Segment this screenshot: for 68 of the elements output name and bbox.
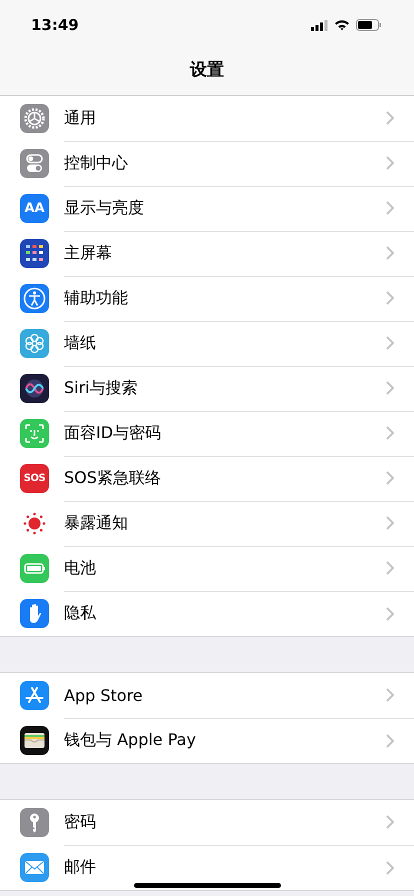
app-icon bbox=[20, 681, 49, 710]
row-label: 密码 bbox=[64, 812, 96, 832]
app-icon bbox=[20, 239, 49, 268]
battery-icon bbox=[356, 19, 382, 31]
wifi-icon bbox=[334, 19, 350, 31]
chevron-icon bbox=[386, 860, 394, 874]
chevron-icon bbox=[386, 291, 394, 305]
app-icon bbox=[20, 599, 49, 628]
chevron-icon bbox=[386, 111, 394, 125]
app-icon bbox=[20, 853, 49, 882]
settings-row[interactable]: App Store bbox=[0, 673, 414, 718]
chevron-icon bbox=[386, 815, 394, 829]
app-icon: SOS bbox=[20, 464, 49, 493]
row-label: App Store bbox=[64, 686, 143, 704]
page-title: 设置 bbox=[190, 59, 224, 82]
chevron-icon bbox=[386, 426, 394, 440]
row-label: 钱包与 Apple Pay bbox=[64, 730, 196, 751]
chevron-icon bbox=[386, 561, 394, 575]
settings-row[interactable]: 隐私 bbox=[0, 591, 414, 636]
row-label: 显示与亮度 bbox=[64, 198, 144, 218]
signal-icon bbox=[311, 20, 328, 30]
settings-row[interactable]: 钱包与 Apple Pay bbox=[0, 718, 414, 763]
app-icon bbox=[20, 374, 49, 403]
settings-row[interactable]: 辅助功能 bbox=[0, 276, 414, 321]
settings-row[interactable]: 通用 bbox=[0, 96, 414, 141]
row-label: Siri与搜索 bbox=[64, 378, 138, 398]
chevron-icon bbox=[386, 246, 394, 260]
app-icon bbox=[20, 726, 49, 755]
row-label: 邮件 bbox=[64, 857, 96, 878]
settings-row[interactable]: AA 显示与亮度 bbox=[0, 186, 414, 231]
app-icon bbox=[20, 554, 49, 583]
chevron-icon bbox=[386, 606, 394, 620]
chevron-icon bbox=[386, 688, 394, 702]
chevron-icon bbox=[386, 156, 394, 170]
row-label: SOS紧急联络 bbox=[64, 468, 161, 488]
settings-row[interactable]: SOS SOS紧急联络 bbox=[0, 456, 414, 501]
app-icon bbox=[20, 808, 49, 837]
app-icon bbox=[20, 329, 49, 358]
chevron-icon bbox=[386, 381, 394, 395]
row-label: 控制中心 bbox=[64, 152, 128, 174]
app-icon: AA bbox=[20, 194, 49, 223]
row-label: 墙纸 bbox=[64, 332, 96, 354]
row-label: 暴露通知 bbox=[64, 512, 128, 534]
row-label: 面容ID与密码 bbox=[64, 422, 162, 444]
row-label: 隐私 bbox=[64, 603, 96, 624]
app-icon bbox=[20, 419, 49, 448]
app-icon bbox=[20, 284, 49, 313]
settings-row[interactable]: 电池 bbox=[0, 546, 414, 591]
app-icon bbox=[20, 149, 49, 178]
chevron-icon bbox=[386, 471, 394, 485]
row-label: 主屏幕 bbox=[64, 242, 112, 264]
row-label: 通用 bbox=[64, 108, 96, 128]
chevron-icon bbox=[386, 516, 394, 530]
settings-row[interactable]: 密码 bbox=[0, 800, 414, 845]
settings-row[interactable]: 控制中心 bbox=[0, 141, 414, 186]
chevron-icon bbox=[386, 201, 394, 215]
settings-row[interactable]: Siri与搜索 bbox=[0, 366, 414, 411]
settings-row[interactable]: 邮件 bbox=[0, 845, 414, 890]
row-label: 辅助功能 bbox=[64, 288, 128, 308]
status-time: 13:49 bbox=[31, 16, 79, 34]
settings-row[interactable]: 墙纸 bbox=[0, 321, 414, 366]
settings-row[interactable]: 主屏幕 bbox=[0, 231, 414, 276]
settings-row[interactable]: 面容ID与密码 bbox=[0, 411, 414, 456]
settings-row[interactable]: 暴露通知 bbox=[0, 501, 414, 546]
app-icon bbox=[20, 104, 49, 133]
chevron-icon bbox=[386, 734, 394, 748]
chevron-icon bbox=[386, 336, 394, 350]
row-label: 电池 bbox=[64, 558, 96, 578]
